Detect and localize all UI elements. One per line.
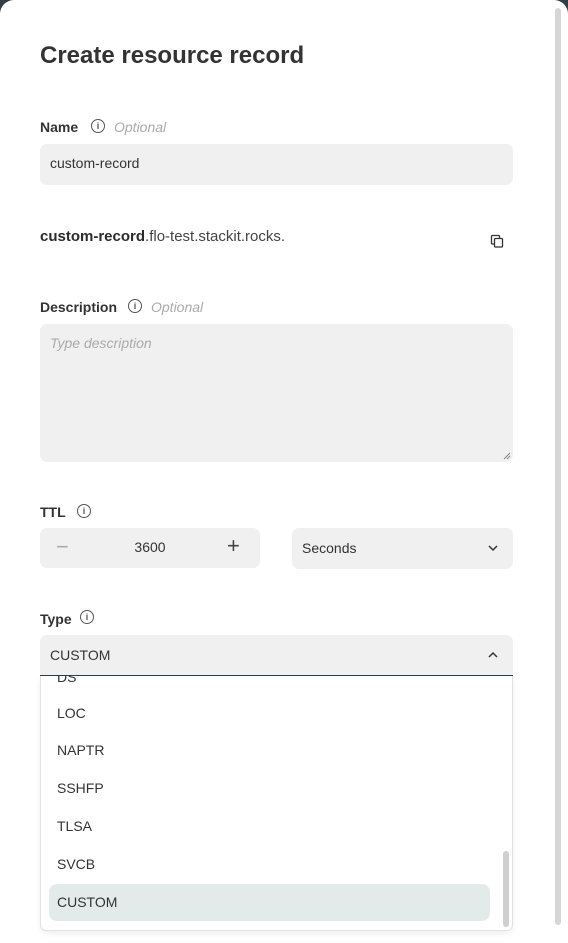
name-optional-hint: Optional — [114, 119, 167, 135]
type-option[interactable]: LOC — [49, 695, 490, 732]
info-icon[interactable]: i — [128, 299, 142, 313]
name-input-value: custom-record — [50, 155, 140, 171]
dialog-scrollbar[interactable] — [553, 8, 562, 943]
copy-icon[interactable] — [490, 234, 504, 248]
ttl-stepper: − 3600 + — [40, 528, 260, 568]
type-option[interactable]: NAPTR — [49, 732, 490, 769]
resize-handle-icon[interactable] — [503, 452, 511, 460]
increment-button[interactable]: + — [227, 535, 240, 557]
info-icon[interactable]: i — [91, 119, 105, 133]
ttl-unit-value: Seconds — [302, 540, 357, 556]
info-icon[interactable]: i — [80, 610, 94, 624]
ttl-unit-select[interactable]: Seconds — [292, 528, 513, 569]
dialog-title: Create resource record — [40, 42, 305, 69]
type-dropdown-list[interactable]: DS LOC NAPTR SSHFP TLSA SVCB CUSTOM — [40, 676, 513, 931]
type-value: CUSTOM — [50, 647, 111, 663]
name-label: Name — [40, 119, 79, 135]
type-option-selected[interactable]: CUSTOM — [49, 884, 490, 921]
create-record-dialog: Create resource record Name i Optional c… — [0, 0, 568, 943]
name-input[interactable]: custom-record — [40, 144, 513, 185]
dropdown-scrollbar[interactable] — [503, 851, 509, 927]
info-icon[interactable]: i — [77, 504, 91, 518]
description-textarea[interactable]: Type description — [40, 324, 513, 462]
type-option[interactable]: DS — [49, 676, 490, 696]
type-label: Type — [40, 611, 72, 627]
fqdn-preview: custom-record.flo-test.stackit.rocks. — [40, 228, 285, 245]
chevron-down-icon — [488, 545, 498, 552]
type-option[interactable]: SVCB — [49, 846, 490, 883]
description-optional-hint: Optional — [151, 299, 204, 315]
fqdn-zone: .flo-test.stackit.rocks. — [145, 228, 286, 245]
fqdn-record-name: custom-record — [40, 228, 146, 245]
type-select[interactable]: CUSTOM — [40, 635, 513, 676]
description-label: Description — [40, 299, 118, 315]
dialog-scrollbar-thumb[interactable] — [555, 8, 561, 925]
description-placeholder: Type description — [50, 335, 152, 351]
ttl-label: TTL — [40, 504, 66, 520]
type-option[interactable]: SSHFP — [49, 770, 490, 807]
type-option[interactable]: TLSA — [49, 808, 490, 845]
chevron-up-icon — [488, 651, 498, 658]
